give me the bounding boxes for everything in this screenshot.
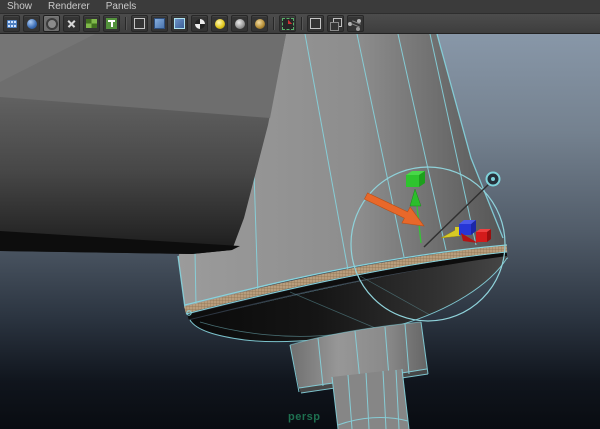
- filmstrip-glyph: [6, 19, 17, 28]
- scene-svg[interactable]: [0, 34, 600, 429]
- camera-name-label: persp: [288, 411, 321, 423]
- y-scale-cube[interactable]: [406, 175, 419, 187]
- cross-glyph: [66, 18, 77, 29]
- node-graph-glyph: [350, 18, 362, 30]
- toolbar-separator: [125, 17, 127, 30]
- gold-sphere-glyph: [254, 18, 265, 29]
- yellow-sphere-glyph: [214, 18, 225, 29]
- blue-sphere-glyph: [26, 18, 37, 29]
- menu-show[interactable]: Show: [0, 0, 41, 13]
- green-checker-glyph: [86, 19, 97, 28]
- ring-glyph: [45, 17, 58, 30]
- occlusion-icon[interactable]: [251, 15, 268, 32]
- menu-panels[interactable]: Panels: [99, 0, 146, 13]
- isolate-select-icon[interactable]: [279, 15, 296, 32]
- filmstrip-icon[interactable]: [3, 15, 20, 32]
- xray-icon[interactable]: [307, 15, 324, 32]
- plugin-connections-icon[interactable]: [347, 15, 364, 32]
- xray-active-components-icon[interactable]: [327, 15, 344, 32]
- gray-sphere-glyph: [234, 18, 245, 29]
- wireframe-on-shaded-icon[interactable]: [171, 15, 188, 32]
- wire-cube-glyph: [134, 18, 145, 29]
- toolbar-separator: [273, 17, 275, 30]
- target-dot-icon: [491, 177, 495, 181]
- stem-lower-cylinder[interactable]: [331, 368, 410, 429]
- z-scale-cube[interactable]: [459, 224, 471, 235]
- panel-menu-bar: Show Renderer Panels: [0, 0, 600, 14]
- x-scale-cube[interactable]: [476, 232, 487, 242]
- shaded-wire-cube-glyph: [174, 18, 185, 29]
- letter-t-glyph: [106, 18, 117, 29]
- checker-sphere-glyph: [194, 18, 205, 29]
- smooth-shade-icon[interactable]: [151, 15, 168, 32]
- resolution-gate-icon[interactable]: [83, 15, 100, 32]
- wireframe-icon[interactable]: [131, 15, 148, 32]
- camera-attributes-icon[interactable]: [23, 15, 40, 32]
- overlap-squares-glyph: [329, 17, 342, 31]
- solid-cube-glyph: [154, 18, 165, 29]
- menu-renderer[interactable]: Renderer: [41, 0, 99, 13]
- viewport-canvas[interactable]: persp: [0, 34, 600, 429]
- textured-icon[interactable]: [191, 15, 208, 32]
- lights-icon[interactable]: [211, 15, 228, 32]
- viewport-toolbar: [0, 14, 600, 34]
- manipulator-z-axis-handle[interactable]: [459, 220, 476, 235]
- shadows-icon[interactable]: [231, 15, 248, 32]
- film-gate-icon[interactable]: [63, 15, 80, 32]
- grease-pencil-icon[interactable]: [43, 15, 60, 32]
- texture-borders-icon[interactable]: [103, 15, 120, 32]
- wire-cube-glyph: [310, 18, 321, 29]
- isolate-glyph: [281, 17, 294, 30]
- toolbar-separator: [301, 17, 303, 30]
